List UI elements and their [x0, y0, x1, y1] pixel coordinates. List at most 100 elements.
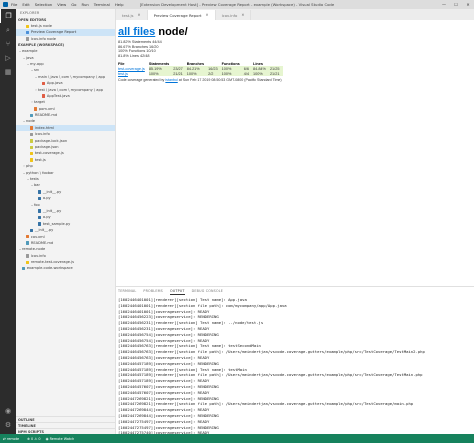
source-control-icon[interactable]: ⑂ [0, 37, 16, 51]
activity-bar: ❐ ⌕ ⑂ ▷ ▦ ◉ ⚙ [0, 9, 16, 434]
editor-tabs: test.js ✕ Preview Coverage Report ✕ lcov.inf… [116, 9, 474, 20]
file-icon [26, 241, 30, 245]
file-icon [26, 30, 30, 35]
open-editors-list: test.js node Preview Coverage Report lcov.… [16, 23, 115, 42]
footer-suffix: at Sun Feb 17 2019 08:50:53 GMT-0800 (Pa… [178, 78, 282, 83]
panel-tabs: TERMINAL PROBLEMS OUTPUT DEBUG CONSOLE [116, 287, 474, 296]
file-icon [30, 151, 34, 156]
file-icon [38, 215, 42, 220]
close-window-button[interactable]: ✕ [462, 0, 474, 9]
editor-tab[interactable]: Preview Coverage Report ✕ [147, 10, 216, 20]
tree-item-label: README.md [34, 113, 58, 118]
file-icon [30, 132, 34, 137]
report-heading: all files node/ [118, 26, 418, 38]
activity-bar-bottom: ◉ ⚙ [0, 404, 16, 432]
coverage-report: all files node/ 81.82% Statements 44/44 … [118, 26, 418, 82]
file-icon [42, 94, 46, 98]
tree-item-label: bar [34, 183, 40, 188]
file-icon [38, 222, 42, 226]
lines-summary: 81.8% Lines 42/48 [118, 53, 150, 58]
file-icon [30, 126, 34, 130]
coverage-cell: 100% [253, 71, 270, 77]
window-controls: — ☐ ✕ [438, 0, 474, 9]
file-icon [42, 81, 46, 86]
file-link[interactable]: test-coverage.js [118, 67, 145, 71]
coverage-row: test.js 100% 21/21 100% 2/2 100% 4/4 100% 21/21 [118, 71, 284, 77]
file-icon [30, 228, 34, 232]
editor-tab[interactable]: lcov.info ✕ [215, 10, 252, 20]
tree-item[interactable]: example.code-workspace [16, 265, 115, 271]
menu-item-edit[interactable]: Edit [22, 2, 29, 7]
status-bar: ⇄ remote ⊗ 0 ⚠ 0 ◉ Remote Watch [0, 434, 474, 443]
search-icon[interactable]: ⌕ [0, 23, 16, 37]
extensions-icon[interactable]: ▦ [0, 65, 16, 79]
tree-item-label: foo [34, 202, 40, 207]
coverage-cell: 21/21 [269, 71, 284, 77]
tree-item-label: a.py [42, 196, 51, 201]
istanbul-link[interactable]: istanbul [165, 78, 177, 82]
tab-label: lcov.info [221, 12, 238, 18]
minimize-button[interactable]: — [438, 0, 450, 9]
maximize-button[interactable]: ☐ [450, 0, 462, 9]
tab-label: test.js [122, 12, 134, 18]
coverage-table: File Statements Branches Functions Lines tes… [118, 61, 284, 77]
file-icon [26, 254, 30, 258]
menu-item-terminal[interactable]: Terminal [94, 2, 110, 7]
report-heading-path: node/ [158, 26, 188, 38]
menu-item-help[interactable]: Help [115, 2, 124, 7]
file-icon [38, 196, 42, 201]
tree-item-label: test.js [34, 157, 46, 162]
menu-bar: File Edit Selection View Go Run Terminal Help [11, 2, 128, 7]
vscode-logo-icon [3, 2, 8, 7]
file-link[interactable]: test.js [118, 72, 128, 76]
tree-item-label: node [26, 119, 35, 124]
panel-tab-debug-console[interactable]: DEBUG CONSOLE [192, 289, 223, 294]
settings-gear-icon[interactable]: ⚙ [0, 418, 16, 432]
editor-tab[interactable]: test.js ✕ [116, 10, 148, 20]
file-icon [26, 235, 30, 239]
file-icon [30, 145, 34, 149]
file-icon [30, 158, 34, 162]
close-tab-icon[interactable]: ✕ [241, 13, 244, 17]
menu-item-selection[interactable]: Selection [35, 2, 53, 7]
file-icon [26, 24, 30, 28]
remote-watch-indicator[interactable]: ◉ Remote Watch [46, 437, 75, 441]
coverage-cell: 100% [221, 71, 244, 77]
coverage-cell: 4/4 [243, 71, 254, 77]
explorer-icon[interactable]: ❐ [0, 9, 16, 23]
tab-label: Preview Coverage Report [153, 12, 202, 18]
sidebar-bottom-sections: OUTLINE TIMELINE NPM SCRIPTS [16, 416, 115, 434]
coverage-file-cell: test.js [118, 71, 149, 76]
file-icon [30, 139, 34, 143]
report-footer: Code coverage generated by istanbul at S… [118, 78, 418, 82]
file-icon [38, 190, 42, 194]
menu-item-view[interactable]: View [57, 2, 66, 7]
coverage-file-cell: test-coverage.js [118, 66, 149, 71]
footer-prefix: Code coverage generated by [118, 78, 165, 83]
remote-indicator[interactable]: ⇄ remote [0, 436, 23, 441]
close-tab-icon[interactable]: ✕ [138, 13, 141, 17]
panel-tab-terminal[interactable]: TERMINAL [118, 289, 136, 294]
coverage-report-webview: all files node/ 81.82% Statements 44/44 … [116, 20, 474, 286]
file-tree: ⌄ example ⌄ java ⌄ my-app ⌄ src ⌄ main \ java \ c… [16, 48, 115, 272]
file-icon [26, 260, 30, 264]
file-icon [38, 209, 42, 213]
coverage-cell: 2/2 [208, 71, 222, 77]
file-icon [30, 113, 34, 117]
close-tab-icon[interactable]: ✕ [206, 13, 209, 17]
accounts-icon[interactable]: ◉ [0, 404, 16, 418]
panel-tab-problems[interactable]: PROBLEMS [143, 289, 163, 294]
explorer-sidebar: EXPLORER OPEN EDITORS test.js node Previe… [16, 9, 116, 434]
tree-item-label: example.code-workspace [26, 266, 73, 271]
explorer-title: EXPLORER [20, 11, 40, 15]
panel-tab-output[interactable]: OUTPUT [169, 289, 185, 295]
problems-indicator[interactable]: ⊗ 0 ⚠ 0 [27, 437, 40, 441]
all-files-link[interactable]: all files [118, 26, 155, 38]
tree-item-label: AppTest.java [46, 93, 70, 98]
menu-item-run[interactable]: Run [82, 2, 89, 7]
coverage-summary: 81.82% Statements 44/44 86.67% Branches … [118, 40, 418, 58]
menu-item-file[interactable]: File [11, 2, 17, 7]
menu-item-go[interactable]: Go [71, 2, 76, 7]
output-log[interactable]: [1602446401001][renderer][section] Test … [116, 297, 474, 435]
run-debug-icon[interactable]: ▷ [0, 51, 16, 65]
